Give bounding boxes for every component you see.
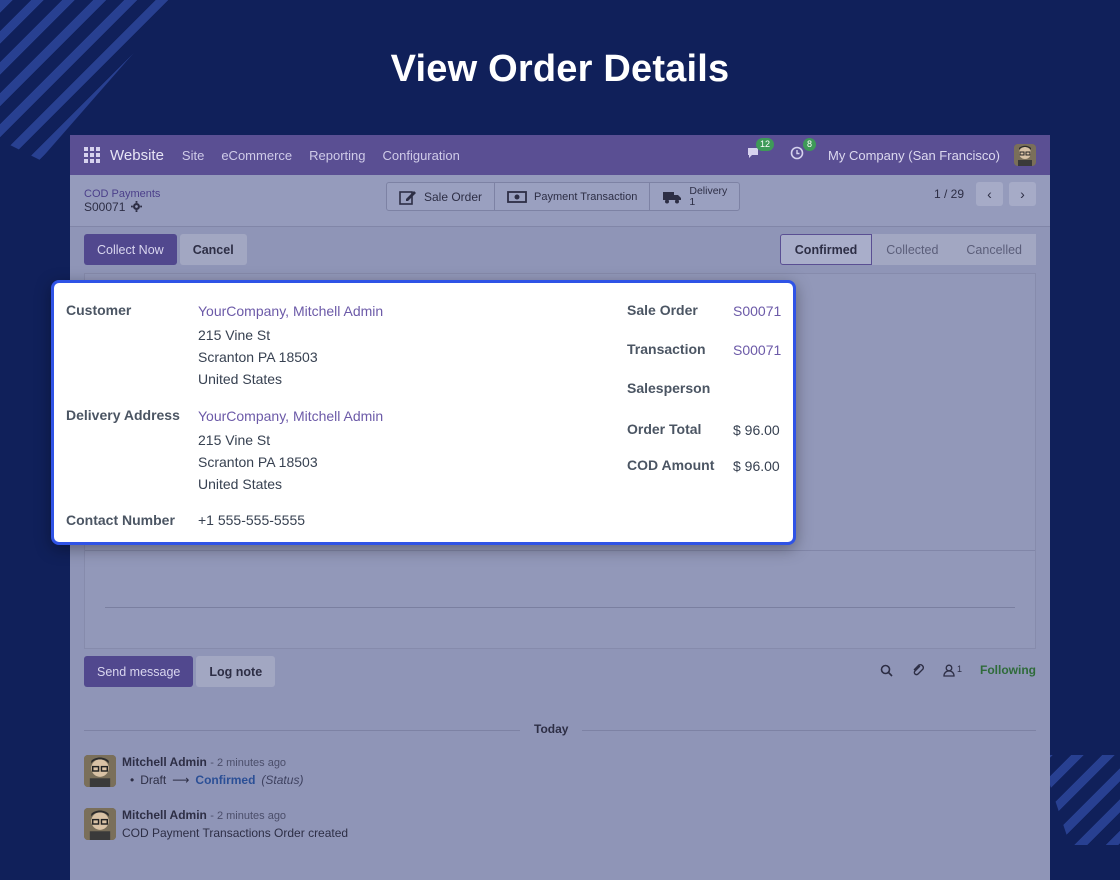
collect-now-button[interactable]: Collect Now: [84, 234, 177, 265]
status-collected[interactable]: Collected: [872, 234, 953, 265]
apps-grid-icon[interactable]: [84, 147, 100, 163]
sheet-divider: [85, 550, 1035, 551]
truck-icon: [663, 191, 682, 203]
smart-buttons: Sale Order Payment Transaction Delivery …: [386, 182, 741, 211]
top-navbar: Website Site eCommerce Reporting Configu…: [70, 135, 1050, 175]
sale-order-link[interactable]: S00071: [733, 303, 781, 319]
pager-next-button[interactable]: ›: [1009, 182, 1036, 206]
contact-number-label: Contact Number: [66, 512, 175, 528]
record-name: S00071: [84, 199, 126, 214]
company-switcher[interactable]: My Company (San Francisco): [828, 148, 1000, 163]
send-message-button[interactable]: Send message: [84, 656, 194, 687]
sale-order-label: Sale Order: [627, 302, 698, 318]
tracking-from: Draft: [140, 773, 167, 787]
bullet-icon: •: [130, 773, 135, 787]
customer-country: United States: [198, 371, 283, 387]
delivery-count: 1: [689, 195, 696, 208]
pager: 1 / 29 ‹ ›: [934, 182, 1036, 206]
banner-title: View Order Details: [390, 48, 730, 90]
edit-icon: [399, 190, 416, 205]
pager-value: 1 / 29: [933, 187, 964, 201]
salesperson-label: Salesperson: [627, 380, 711, 396]
user-icon: [943, 664, 955, 677]
order-details-card: Customer YourCompany, Mitchell Admin 215…: [51, 280, 796, 545]
author-avatar[interactable]: [84, 755, 116, 787]
transaction-label: Transaction: [627, 341, 706, 357]
breadcrumb-current: S00071: [84, 200, 160, 214]
message-time: - 2 minutes ago: [210, 757, 287, 769]
delivery-label: Delivery: [689, 184, 728, 197]
breadcrumb-parent[interactable]: COD Payments: [84, 188, 160, 200]
followers-count: 1: [956, 663, 962, 674]
messages-badge: 12: [756, 138, 775, 151]
followers-button[interactable]: 1: [943, 664, 962, 677]
log-note-button[interactable]: Log note: [196, 656, 276, 687]
message-author[interactable]: Mitchell Admin: [122, 808, 207, 822]
sheet-divider-lower: [105, 607, 1015, 608]
cod-amount-value: $ 96.00: [733, 458, 780, 474]
contact-number-value: +1 555-555-5555: [198, 512, 306, 528]
nav-item-ecommerce[interactable]: eCommerce: [221, 148, 292, 163]
chatter-message: Mitchell Admin - 2 minutes ago • Draft ⟶…: [84, 755, 303, 787]
author-avatar[interactable]: [84, 808, 116, 840]
status-cancelled[interactable]: Cancelled: [952, 234, 1036, 265]
pager-prev-button[interactable]: ‹: [976, 182, 1003, 206]
customer-link[interactable]: YourCompany, Mitchell Admin: [198, 303, 383, 319]
cod-amount-label: COD Amount: [627, 457, 715, 473]
message-body: COD Payment Transactions Order created: [122, 826, 349, 840]
message-author[interactable]: Mitchell Admin: [122, 755, 207, 769]
payment-transaction-smart-button[interactable]: Payment Transaction: [495, 183, 651, 210]
delivery-info: Delivery 1: [689, 184, 728, 208]
delivery-address-link[interactable]: YourCompany, Mitchell Admin: [198, 408, 383, 424]
message-author-line: Mitchell Admin - 2 minutes ago: [122, 755, 303, 769]
chatter-actions: Send message Log note: [84, 656, 276, 687]
gear-icon[interactable]: [131, 201, 143, 212]
nav-item-site[interactable]: Site: [182, 148, 204, 163]
nav-brand[interactable]: Website: [110, 147, 164, 164]
order-total-label: Order Total: [627, 421, 702, 437]
sale-order-label: Sale Order: [424, 189, 483, 204]
customer-label: Customer: [66, 302, 132, 318]
activities-clock-icon[interactable]: 8: [790, 138, 817, 164]
message-time: - 2 minutes ago: [210, 810, 287, 822]
tracking-to: Confirmed: [195, 773, 256, 787]
delivery-street: 215 Vine St: [198, 432, 271, 448]
cancel-button[interactable]: Cancel: [179, 234, 247, 265]
status-bar: Confirmed Collected Cancelled: [779, 234, 1036, 265]
transaction-link[interactable]: S00071: [733, 342, 781, 358]
form-actions: Collect Now Cancel: [84, 234, 247, 265]
delivery-country: United States: [198, 476, 283, 492]
nav-item-configuration[interactable]: Configuration: [383, 148, 460, 163]
chatter-message: Mitchell Admin - 2 minutes ago COD Payme…: [84, 808, 348, 840]
customer-city: Scranton PA 18503: [198, 349, 318, 365]
sale-order-smart-button[interactable]: Sale Order: [387, 183, 496, 210]
paperclip-icon[interactable]: [911, 663, 925, 677]
breadcrumb: COD Payments S00071: [84, 188, 160, 214]
message-author-line: Mitchell Admin - 2 minutes ago: [122, 808, 348, 822]
chevron-right-icon: ›: [1020, 186, 1025, 202]
tracking-value: • Draft ⟶ Confirmed (Status): [122, 773, 303, 787]
order-total-value: $ 96.00: [733, 422, 780, 438]
customer-street: 215 Vine St: [198, 327, 271, 343]
delivery-address-label: Delivery Address: [66, 407, 180, 423]
chatter-tools: 1 Following: [880, 663, 1036, 677]
chevron-left-icon: ‹: [987, 186, 992, 202]
payment-transaction-label: Payment Transaction: [534, 190, 638, 203]
user-avatar[interactable]: [1014, 144, 1036, 166]
date-separator-label: Today: [520, 722, 583, 736]
messages-icon[interactable]: 12: [746, 138, 775, 164]
money-icon: [507, 190, 527, 203]
delivery-city: Scranton PA 18503: [198, 454, 318, 470]
nav-item-reporting[interactable]: Reporting: [309, 148, 365, 163]
status-confirmed[interactable]: Confirmed: [779, 234, 873, 265]
activities-badge: 8: [803, 138, 817, 151]
tracking-field: (Status): [261, 773, 304, 787]
decorative-stripes-bottom-right: [1040, 755, 1120, 845]
search-icon[interactable]: [880, 664, 893, 677]
following-button[interactable]: Following: [980, 663, 1036, 677]
delivery-smart-button[interactable]: Delivery 1: [650, 183, 739, 210]
arrow-right-icon: ⟶: [172, 773, 190, 787]
